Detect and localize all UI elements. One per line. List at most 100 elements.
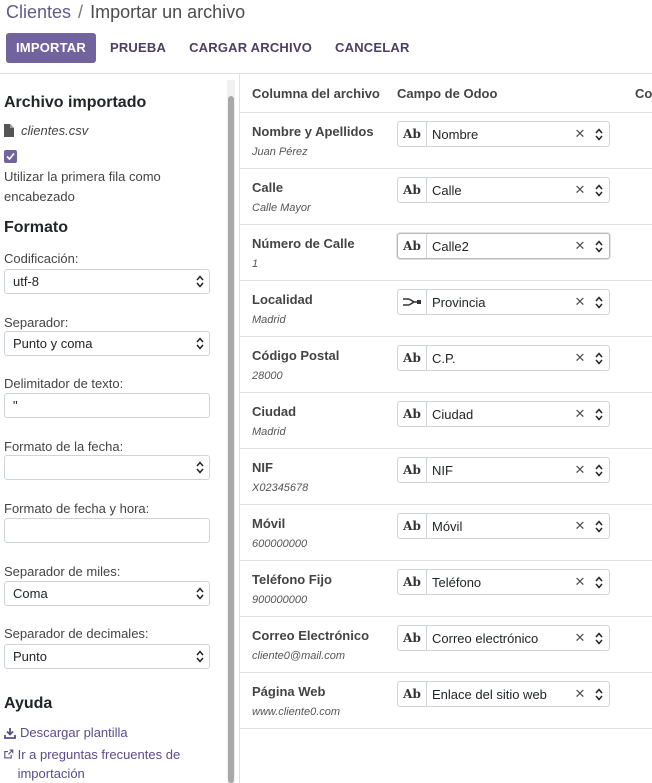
faq-link[interactable]: Ir a preguntas frecuentes de importación [4,745,204,783]
clear-icon[interactable]: ✕ [573,238,587,254]
clear-icon[interactable]: ✕ [573,350,587,366]
updown-icon [593,519,605,533]
row-divider [240,224,652,225]
encoding-value: utf-8 [13,274,40,289]
file-column-sample: Madrid [252,314,286,326]
breadcrumb: Clientes / Importar un archivo [6,2,245,23]
thousands-separator-select[interactable]: Coma [4,581,210,606]
clear-icon[interactable]: ✕ [573,462,587,478]
updown-icon [593,631,605,645]
column-header-odoo-field: Campo de Odoo [397,86,498,101]
thousands-separator-value: Coma [13,586,48,601]
file-column-sample: Calle Mayor [252,202,311,214]
row-divider [240,280,652,281]
file-name: clientes.csv [21,123,89,138]
row-divider [240,392,652,393]
updown-icon [593,463,605,477]
datetime-format-label: Formato de fecha y hora: [4,501,150,516]
faq-link-label: Ir a preguntas frecuentes de importación [17,747,181,781]
text-type-icon: Ab [398,458,427,482]
row-divider [240,728,652,729]
odoo-field-value: C.P. [432,350,456,366]
odoo-field-select[interactable]: Ab Calle ✕ [397,177,610,203]
download-template-link[interactable]: Descargar plantilla [4,725,128,740]
help-title: Ayuda [4,695,53,712]
clear-icon[interactable]: ✕ [573,686,587,702]
file-column-sample: cliente0@mail.com [252,650,346,662]
odoo-field-select[interactable]: Ab Correo electrónico ✕ [397,625,610,651]
file-column-name: NIF [252,460,273,475]
date-format-select[interactable] [4,455,210,480]
odoo-field-select[interactable]: Ab C.P. ✕ [397,345,610,371]
clear-icon[interactable]: ✕ [573,294,587,310]
clear-icon[interactable]: ✕ [573,574,587,590]
odoo-field-value: NIF [432,462,453,478]
text-delimiter-input[interactable]: " [4,393,210,418]
odoo-field-select[interactable]: Ab Móvil ✕ [397,513,610,539]
text-type-icon: Ab [398,402,427,426]
scrollbar-thumb[interactable] [228,96,234,783]
odoo-field-value: Correo electrónico [432,630,539,646]
updown-icon [593,183,605,197]
row-divider [240,336,652,337]
updown-icon [593,239,605,253]
updown-icon [196,650,204,663]
first-row-header-checkbox[interactable] [4,150,17,163]
imported-file: clientes.csv [4,123,88,138]
file-column-sample: 900000000 [252,594,308,606]
odoo-field-value: Móvil [432,518,463,534]
updown-icon [593,351,605,365]
load-file-button[interactable]: CARGAR ARCHIVO [178,33,323,63]
cancel-button[interactable]: CANCELAR [324,33,421,63]
odoo-field-select[interactable]: Ab NIF ✕ [397,457,610,483]
row-divider [240,112,652,113]
odoo-field-select[interactable]: Ab Nombre ✕ [397,121,610,147]
file-column-name: Localidad [252,292,313,307]
clear-icon[interactable]: ✕ [573,630,587,646]
updown-icon [196,275,204,288]
updown-icon [196,337,204,350]
file-column-name: Calle [252,180,284,195]
decimal-separator-select[interactable]: Punto [4,644,210,669]
column-header-comments: Co [635,86,652,101]
odoo-field-select[interactable]: Ab Teléfono ✕ [397,569,610,595]
encoding-select[interactable]: utf-8 [4,269,210,294]
test-button[interactable]: PRUEBA [99,33,177,63]
import-button[interactable]: IMPORTAR [6,33,96,63]
file-column-sample: Madrid [252,426,286,438]
odoo-field-select[interactable]: Ab Ciudad ✕ [397,401,610,427]
text-delimiter-value: " [13,398,18,413]
page-title: Importar un archivo [90,2,246,22]
odoo-field-select[interactable]: Ab Calle2 ✕ [397,233,610,259]
separator-value: Punto y coma [13,336,93,351]
clear-icon[interactable]: ✕ [573,518,587,534]
odoo-field-value: Teléfono [432,574,482,590]
text-type-icon: Ab [398,234,427,258]
datetime-format-input[interactable] [4,518,210,543]
file-column-sample: X02345678 [252,482,309,494]
file-column-name: Móvil [252,516,286,531]
file-column-sample: Juan Pérez [252,146,308,158]
first-row-header-label: Utilizar la primera fila como encabezado [4,169,161,204]
clear-icon[interactable]: ✕ [573,182,587,198]
sidebar-scrollbar[interactable] [227,80,235,783]
clear-icon[interactable]: ✕ [573,406,587,422]
odoo-field-select[interactable]: Provincia ✕ [397,289,610,315]
file-column-name: Nombre y Apellidos [252,124,374,139]
date-format-label: Formato de la fecha: [4,439,124,454]
updown-icon [196,461,204,474]
thousands-separator-label: Separador de miles: [4,564,121,579]
text-type-icon: Ab [398,514,427,538]
row-divider [240,616,652,617]
odoo-field-select[interactable]: Ab Enlace del sitio web ✕ [397,681,610,707]
file-column-sample: 28000 [252,370,283,382]
separator-select[interactable]: Punto y coma [4,331,210,356]
odoo-field-value: Calle [432,182,462,198]
download-template-label: Descargar plantilla [20,725,128,740]
file-icon [4,124,14,137]
file-column-sample: 1 [252,258,259,270]
breadcrumb-parent-link[interactable]: Clientes [6,2,71,22]
updown-icon [593,687,605,701]
odoo-field-value: Provincia [432,294,486,310]
clear-icon[interactable]: ✕ [573,126,587,142]
